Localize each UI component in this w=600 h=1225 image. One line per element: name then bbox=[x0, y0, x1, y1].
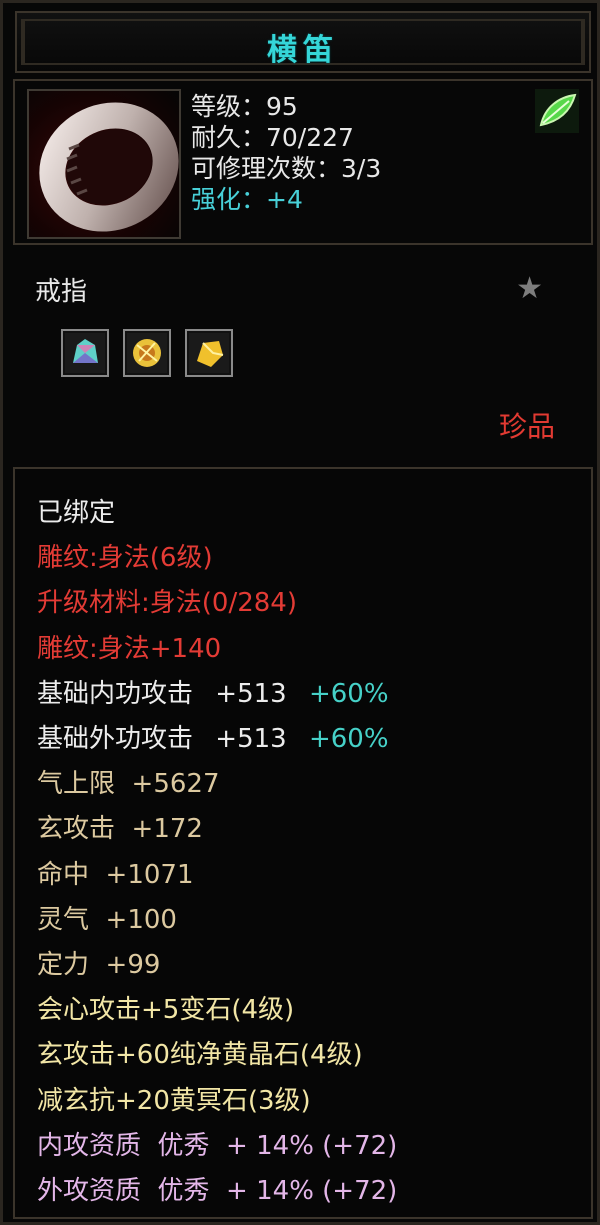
engrave-bonus: 雕纹:身法+140 bbox=[37, 633, 222, 664]
item-category: 戒指 bbox=[35, 277, 88, 307]
item-tooltip: 横笛 等级：95 耐久：70/227 可修理次数：3/3 强化：+4 戒指 ★ … bbox=[0, 0, 600, 1225]
ring-icon bbox=[27, 89, 181, 239]
focus: 定力 +99 bbox=[37, 950, 161, 981]
title-rule-top bbox=[25, 19, 581, 21]
base-inner-attack: 基础内功攻击 +513 +60% bbox=[37, 672, 397, 717]
attr-percent: +60% bbox=[308, 724, 389, 755]
inner-aptitude: 内攻资质 优秀 + 14% (+72) bbox=[37, 1130, 398, 1161]
crystal-gem-icon[interactable] bbox=[61, 329, 109, 377]
engrave-level: 雕纹:身法(6级) bbox=[37, 543, 213, 574]
stat-repair-count: 可修理次数：3/3 bbox=[191, 154, 382, 183]
star-icon[interactable]: ★ bbox=[516, 271, 543, 306]
item-quality: 珍品 bbox=[498, 410, 555, 443]
yellow-crystal-gem-icon[interactable] bbox=[185, 329, 233, 377]
base-outer-attack: 基础外功攻击 +513 +60% bbox=[37, 717, 397, 762]
yellow-orb-gem-icon[interactable] bbox=[123, 329, 171, 377]
gem-bonus-2: 玄攻击+60纯净黄晶石(4级) bbox=[37, 1040, 363, 1071]
stat-durability: 耐久：70/227 bbox=[191, 123, 354, 152]
attr-value: +513 bbox=[215, 678, 287, 709]
stat-enhance: 强化：+4 bbox=[191, 185, 303, 214]
attr-label: 基础内功攻击 bbox=[37, 678, 194, 709]
stat-level: 等级：95 bbox=[191, 92, 298, 121]
gem-bonus-1: 会心攻击+5变石(4级) bbox=[37, 995, 295, 1026]
category-section: 戒指 ★ 珍品 bbox=[13, 253, 593, 458]
leaf-icon bbox=[535, 89, 579, 133]
gem-bonus-3: 减玄抗+20黄冥石(3级) bbox=[37, 1085, 311, 1116]
qi-limit: 气上限 +5627 bbox=[37, 769, 220, 800]
outer-aptitude: 外攻资质 优秀 + 14% (+72) bbox=[37, 1176, 398, 1207]
bound-status: 已绑定 bbox=[37, 498, 116, 528]
title-bar: 横笛 bbox=[15, 11, 591, 73]
details-list: 已绑定 雕纹:身法(6级) 升级材料:身法(0/284) 雕纹:身法+140 基… bbox=[37, 491, 397, 1214]
hit: 命中 +1071 bbox=[37, 859, 194, 890]
spirit: 灵气 +100 bbox=[37, 904, 177, 935]
item-stats: 等级：95 耐久：70/227 可修理次数：3/3 强化：+4 bbox=[191, 91, 381, 215]
item-summary: 等级：95 耐久：70/227 可修理次数：3/3 强化：+4 bbox=[13, 79, 593, 245]
xuan-attack: 玄攻击 +172 bbox=[37, 814, 203, 845]
attr-label: 基础外功攻击 bbox=[37, 724, 194, 755]
upgrade-material: 升级材料:身法(0/284) bbox=[37, 588, 297, 619]
item-name: 横笛 bbox=[267, 33, 339, 68]
item-details: 已绑定 雕纹:身法(6级) 升级材料:身法(0/284) 雕纹:身法+140 基… bbox=[13, 467, 593, 1219]
attr-percent: +60% bbox=[308, 678, 389, 709]
attr-value: +513 bbox=[215, 724, 287, 755]
